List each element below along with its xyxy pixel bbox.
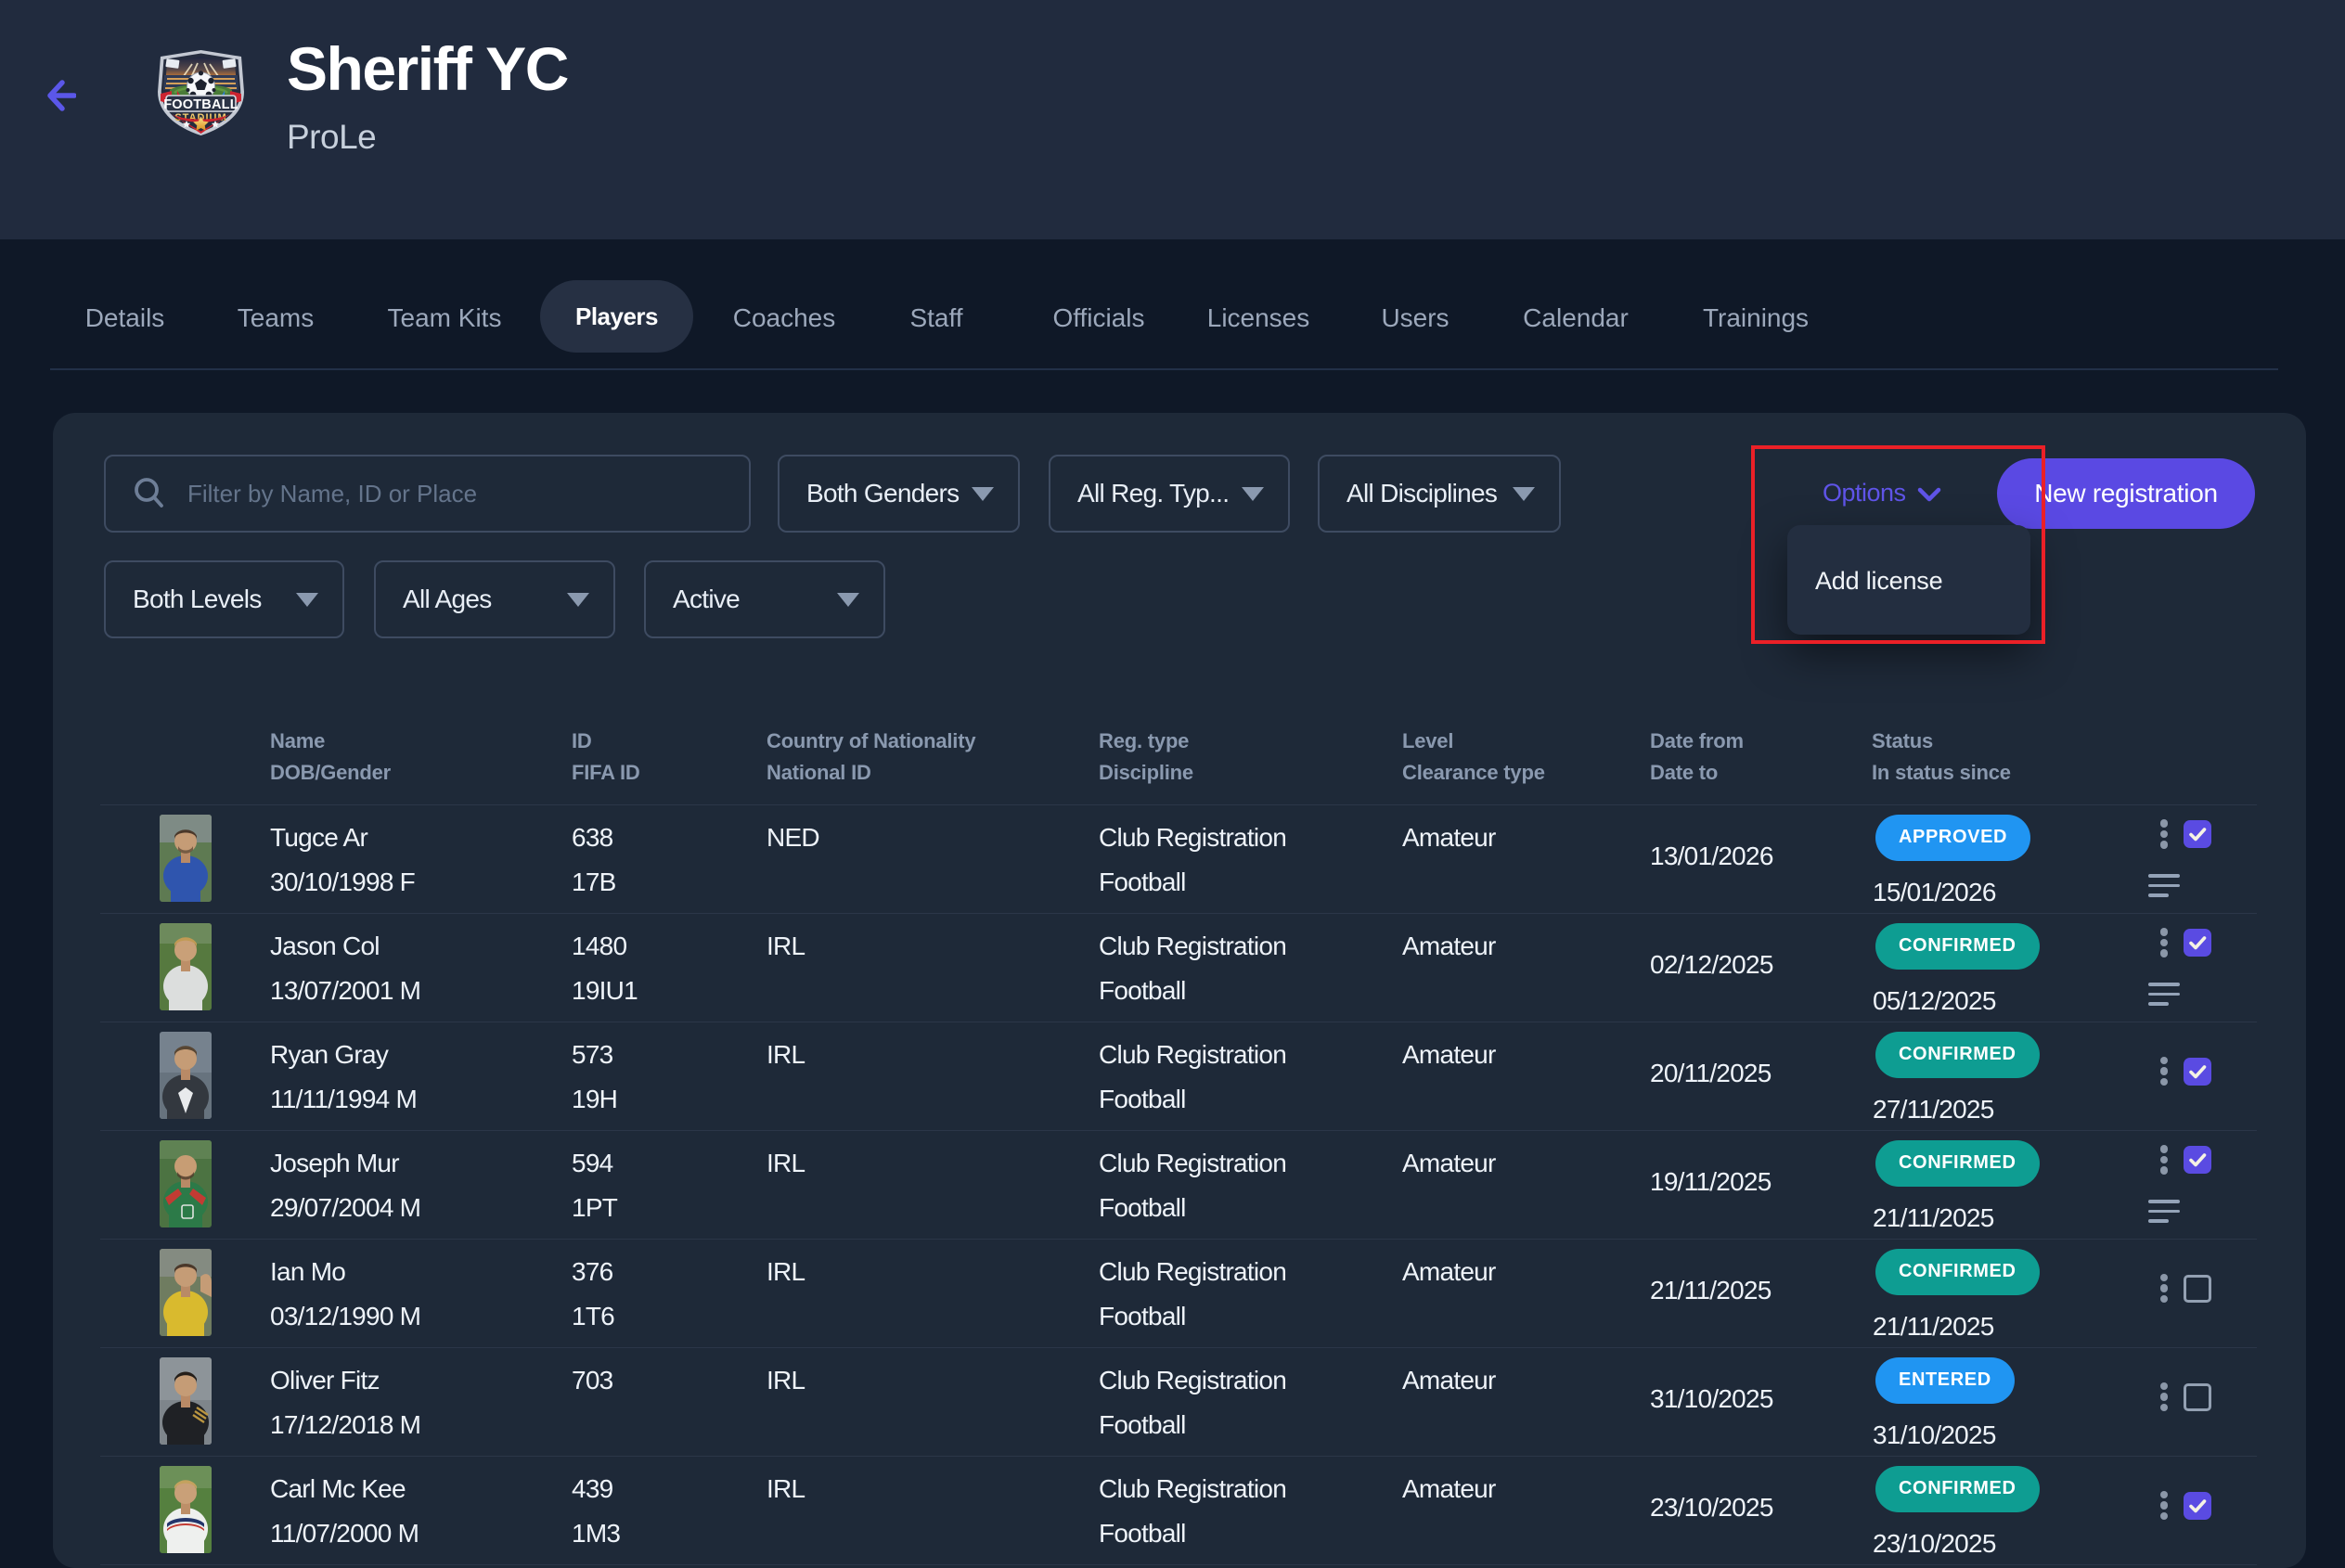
- svg-text:FOOTBALL: FOOTBALL: [163, 97, 238, 112]
